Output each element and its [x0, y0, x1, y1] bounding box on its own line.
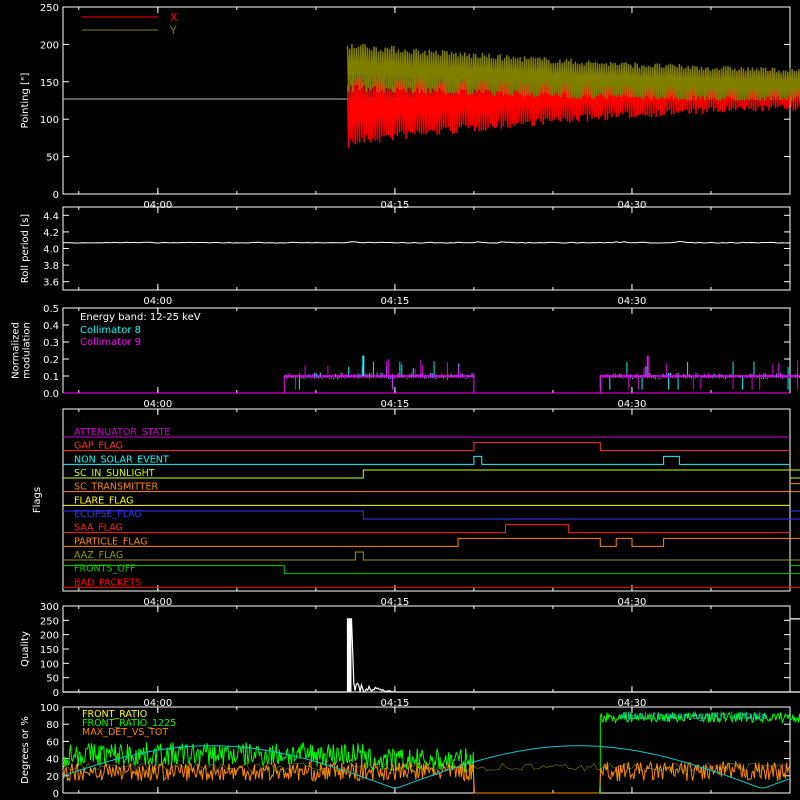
x-tick-label: 04:00: [143, 296, 172, 307]
legend-label-right: Absolute geomagnetic latitude: [621, 711, 767, 722]
legend-label: X: [170, 11, 178, 24]
y-axis-label: Normalized: [11, 322, 22, 379]
flag-label: ECLIPSE_FLAG: [74, 509, 142, 520]
y-tick-label: 3.6: [43, 278, 59, 289]
legend-label: Collimator 8: [80, 325, 141, 336]
y-tick-label: 0.2: [43, 355, 59, 366]
y-axis-label: Degrees or %: [20, 716, 31, 784]
y-axis-label: Pointing ["]: [20, 72, 31, 128]
flag-label: SAA_FLAG: [74, 523, 123, 534]
y-axis-label: Quality: [20, 631, 31, 667]
x-tick-label: 04:00: [143, 399, 172, 410]
legend-label: Collimator 9: [80, 337, 141, 348]
y-tick-label: 50: [46, 674, 59, 685]
flag-label: PARTICLE_FLAG: [74, 536, 147, 547]
y-tick-label: 4.0: [43, 245, 59, 256]
y-tick-label: 60: [46, 737, 59, 748]
y-tick-label: 200: [40, 631, 59, 642]
y-tick-label: 100: [40, 115, 59, 126]
y-tick-label: 3.8: [43, 261, 59, 272]
y-tick-label: 0.0: [43, 389, 59, 400]
quality-bar: [347, 618, 352, 692]
x-tick-label: 04:15: [380, 296, 409, 307]
y-tick-label: 250: [40, 616, 59, 627]
y-tick-label: 0: [53, 789, 59, 800]
flag-label: BAD_PACKETS: [74, 577, 141, 588]
y-tick-label: 200: [40, 40, 59, 51]
y-axis-label: Roll period [s]: [20, 214, 31, 283]
y-tick-label: 0.5: [43, 304, 59, 315]
y-tick-label: 100: [40, 703, 59, 714]
y-tick-label: 50: [46, 153, 59, 164]
rhessi-quicklook-figure: 04:0004:1504:3004:4505:0005:1505:3005010…: [0, 0, 800, 800]
y-axis-label: modulation: [22, 322, 33, 379]
y-tick-label: 80: [46, 720, 59, 731]
y-tick-label: 150: [40, 78, 59, 89]
y-tick-label: 0: [53, 190, 59, 201]
legend-label: MAX_DET_VS_TOT: [82, 727, 168, 738]
y-tick-label: 0.3: [43, 338, 59, 349]
flag-label: SC_IN_SUNLIGHT: [74, 468, 155, 479]
legend-label: Y: [169, 24, 177, 37]
flag-label: AAZ_FLAG: [74, 550, 123, 561]
flag-label: FRONTS_OFF: [74, 564, 136, 575]
flag-label: NON_SOLAR_EVENT: [74, 454, 169, 465]
y-tick-label: 40: [46, 755, 59, 766]
y-tick-label: 100: [40, 659, 59, 670]
y-tick-label: 0.1: [43, 372, 59, 383]
x-tick-label: 04:30: [618, 399, 647, 410]
flag-label: SC_TRANSMITTER: [74, 482, 159, 493]
y-axis-label: Flags: [32, 487, 43, 513]
x-tick-label: 04:30: [618, 296, 647, 307]
y-tick-label: 300: [40, 602, 59, 613]
y-tick-label: 4.4: [43, 211, 59, 222]
y-tick-label: 20: [46, 772, 59, 783]
x-tick-label: 04:15: [380, 399, 409, 410]
flag-label: ATTENUATOR_STATE: [74, 427, 170, 438]
flag-label: FLARE_FLAG: [74, 495, 134, 506]
y-tick-label: 0: [53, 688, 59, 699]
y-tick-label: 0.4: [43, 321, 59, 332]
y-tick-label: 150: [40, 645, 59, 656]
y-tick-label: 250: [40, 3, 59, 14]
y-tick-label: 4.2: [43, 228, 59, 239]
flag-label: GAP_FLAG: [74, 441, 123, 452]
legend-title: Energy band: 12-25 keV: [80, 312, 201, 323]
